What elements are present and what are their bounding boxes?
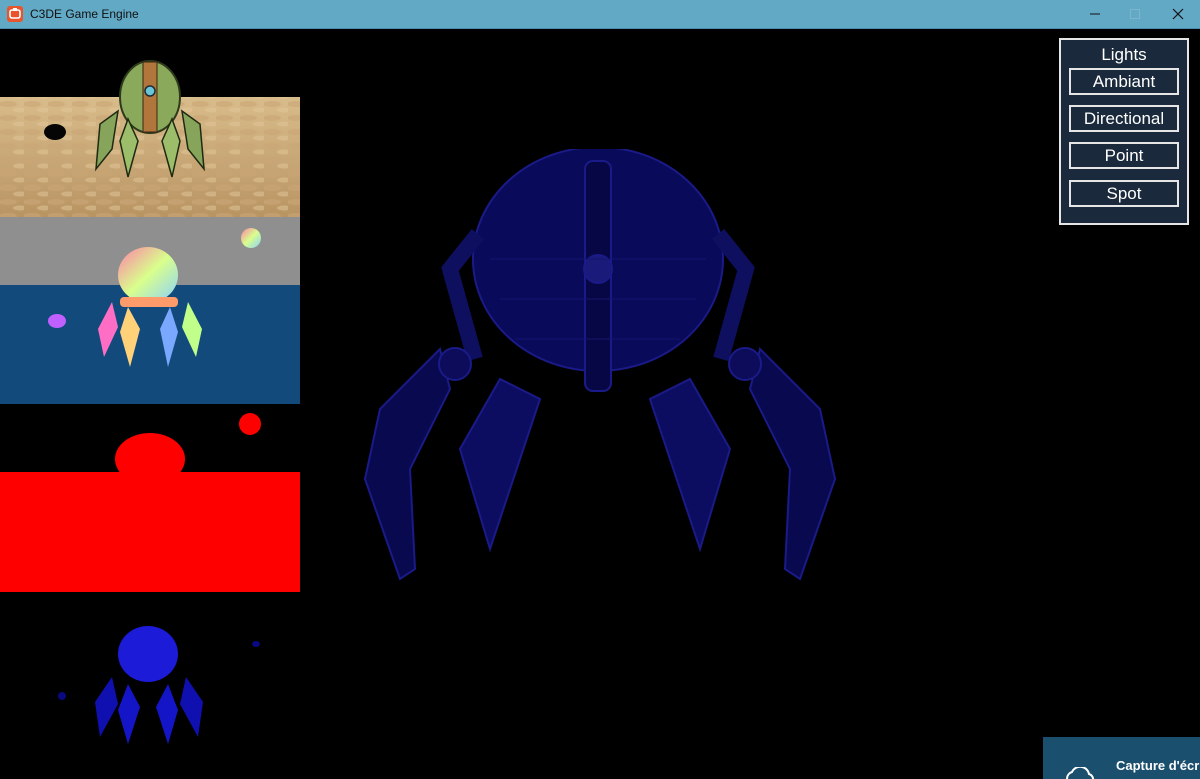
render-viewport[interactable]: Lights Ambiant Directional Point Spot Ca…	[0, 29, 1200, 779]
point-light-button[interactable]: Point	[1069, 142, 1179, 169]
title-bar[interactable]: C3DE Game Engine	[0, 0, 1200, 29]
lights-panel-title: Lights	[1101, 45, 1147, 64]
close-button[interactable]	[1158, 0, 1198, 28]
ambiant-light-button[interactable]: Ambiant	[1069, 68, 1179, 95]
directional-light-button[interactable]: Directional	[1069, 105, 1179, 132]
maximize-icon	[1130, 9, 1140, 19]
minimize-button[interactable]	[1075, 0, 1115, 28]
window-title: C3DE Game Engine	[30, 7, 139, 21]
cloud-icon	[1066, 767, 1095, 779]
close-icon	[1172, 8, 1184, 20]
minimize-icon	[1090, 13, 1100, 15]
lights-panel: Lights Ambiant Directional Point Spot	[1059, 38, 1189, 225]
spot-light-button[interactable]: Spot	[1069, 180, 1179, 207]
app-icon	[7, 6, 23, 22]
screenshot-toast[interactable]: Capture d'écr	[1043, 737, 1200, 779]
normal-preview	[0, 217, 300, 404]
toast-text: Capture d'écr	[1116, 758, 1200, 773]
maximize-button[interactable]	[1115, 0, 1155, 28]
lighting-preview	[0, 592, 300, 779]
albedo-preview	[0, 29, 300, 217]
main-scene-robot	[340, 146, 860, 649]
depth-preview	[0, 404, 300, 592]
